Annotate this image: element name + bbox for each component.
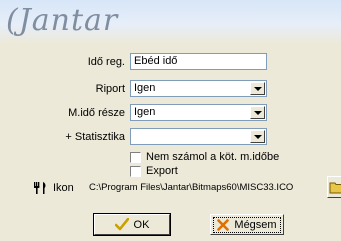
ikon-label: Ikon [53,182,74,194]
riport-label: Riport [95,83,125,95]
ok-label: OK [133,218,150,231]
export-label: Export [146,165,178,177]
x-icon [217,218,230,231]
nem-szamol-checkbox[interactable] [130,152,141,163]
browse-button[interactable] [327,176,341,198]
chevron-down-icon[interactable] [250,82,265,95]
ikon-path: C:\Program Files\Jantar\Bitmaps60\MISC33… [89,182,294,193]
folder-icon [329,182,341,194]
dialog-header: (Jantar [0,0,341,44]
cancel-label: Mégsem [234,218,277,231]
chevron-down-icon[interactable] [250,106,265,119]
riport-value: Igen [134,82,156,94]
cancel-button[interactable]: Mégsem [210,214,284,235]
riport-dropdown[interactable]: Igen [130,80,267,97]
mido-resze-dropdown[interactable]: Igen [130,104,267,121]
ido-reg-label: Idő reg. [87,56,125,68]
checkmark-icon [114,218,129,231]
export-checkbox[interactable] [130,166,141,177]
chevron-down-icon[interactable] [250,130,265,143]
mido-resze-label: M.idő része [68,107,125,119]
statisztika-dropdown[interactable] [130,128,267,145]
nem-szamol-label: Nem számol a köt. m.időbe [146,151,280,163]
mido-resze-value: Igen [134,106,156,118]
fork-knife-icon [34,182,46,194]
ok-button[interactable]: OK [93,213,171,236]
statisztika-label: + Statisztika [65,131,125,143]
cancel-focus-rect: Mégsem [213,216,281,233]
ido-reg-field[interactable]: Ebéd idő [130,53,267,70]
jantar-logo: (Jantar [6,3,119,38]
